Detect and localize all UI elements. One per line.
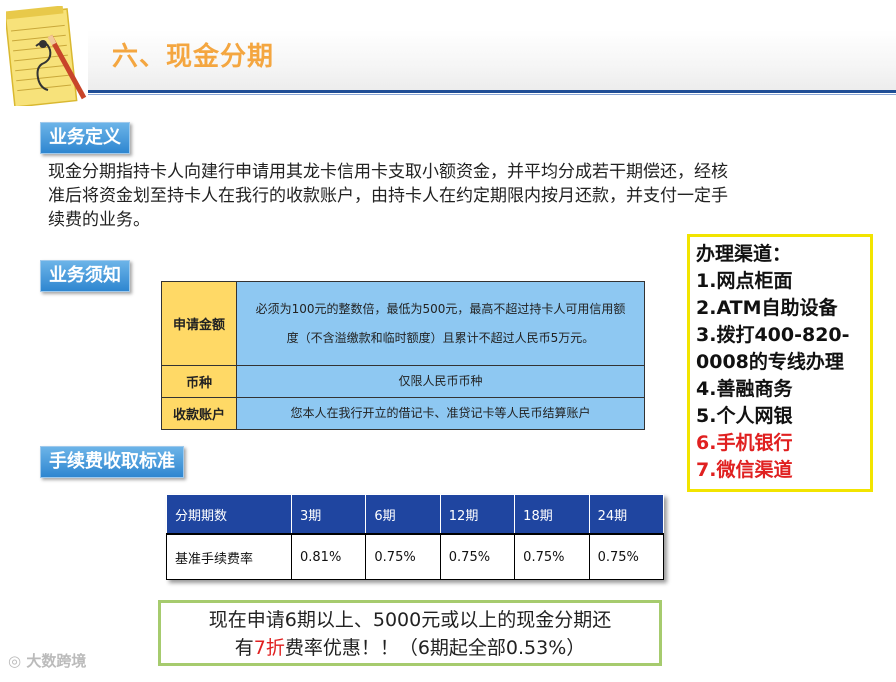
page-title: 六、现金分期	[112, 42, 275, 72]
channel-item: 2.ATM自助设备	[696, 297, 838, 319]
table-cell: 0.75%	[588, 534, 665, 580]
rule-value-line: 度（不含溢缴款和临时额度）且累计不超过人民币5万元。	[286, 330, 595, 345]
watermark-text: 大数跨境	[26, 652, 87, 670]
rule-value: 仅限人民币币种	[236, 365, 645, 398]
table-row: 申请金额 必须为100元的整数倍，最低为500元，最高不超过持卡人可用信用额 度…	[161, 281, 645, 366]
definition-text: 现金分期指持卡人向建行申请用其龙卡信用卡支取小额资金，并平均分成若干期偿还，经核…	[48, 160, 818, 232]
promo-text: 费率优惠！！（6期起全部0.53%）	[284, 637, 586, 659]
channel-item: 1.网点柜面	[696, 270, 793, 292]
definition-line: 续费的业务。	[48, 210, 150, 230]
promo-line: 有7折费率优惠！！（6期起全部0.53%）	[161, 634, 659, 662]
table-header: 3期	[290, 494, 367, 535]
notepad-pencil-icon	[6, 6, 87, 106]
promo-line: 现在申请6期以上、5000元或以上的现金分期还	[208, 609, 612, 631]
fee-tag: 手续费收取标准	[40, 446, 184, 478]
promo-text: 有	[234, 637, 254, 659]
watermark-icon: ◎	[8, 652, 22, 670]
rule-label: 申请金额	[161, 281, 237, 366]
channel-item: 4.善融商务	[696, 378, 793, 400]
watermark-logo: ◎ 大数跨境	[8, 650, 86, 671]
fee-table: 分期期数 3期 6期 12期 18期 24期 基准手续费率 0.81% 0.75…	[166, 494, 665, 580]
rule-value: 必须为100元的整数倍，最低为500元，最高不超过持卡人可用信用额 度（不含溢缴…	[236, 281, 645, 366]
table-header-row: 分期期数 3期 6期 12期 18期 24期	[166, 494, 665, 535]
definition-line: 现金分期指持卡人向建行申请用其龙卡信用卡支取小额资金，并平均分成若干期偿还，经核	[48, 162, 728, 182]
channel-item: 6.手机银行	[696, 432, 793, 454]
channel-item: 3.拨打400-820-	[696, 324, 850, 346]
table-row: 收款账户 您本人在我行开立的借记卡、准贷记卡等人民币结算账户	[161, 397, 645, 430]
table-cell: 基准手续费率	[166, 534, 292, 580]
channel-item: 0008的专线办理	[696, 351, 844, 373]
rule-value-line: 必须为100元的整数倍，最低为500元，最高不超过持卡人可用信用额	[255, 301, 626, 316]
table-row: 基准手续费率 0.81% 0.75% 0.75% 0.75% 0.75%	[166, 534, 665, 580]
rule-label: 币种	[161, 365, 237, 398]
table-cell: 0.75%	[439, 534, 516, 580]
table-cell: 0.75%	[365, 534, 441, 580]
definition-line: 准后将资金划至持卡人在我行的收款账户，由持卡人在约定期限内按月还款，并支付一定手	[48, 186, 728, 206]
rule-value: 您本人在我行开立的借记卡、准贷记卡等人民币结算账户	[236, 397, 645, 430]
table-row: 币种 仅限人民币币种	[161, 365, 645, 398]
table-header: 6期	[365, 494, 441, 535]
channel-item: 5.个人网银	[696, 405, 793, 427]
promo-discount: 7折	[253, 637, 285, 659]
channels-box: 办理渠道： 1.网点柜面 2.ATM自助设备 3.拨打400-820- 0008…	[687, 234, 873, 492]
table-header: 12期	[439, 494, 516, 535]
header-divider-thin	[88, 94, 896, 95]
definition-tag: 业务定义	[40, 122, 130, 154]
rules-table: 申请金额 必须为100元的整数倍，最低为500元，最高不超过持卡人可用信用额 度…	[161, 281, 645, 430]
table-cell: 0.81%	[290, 534, 367, 580]
table-cell: 0.75%	[514, 534, 590, 580]
table-header: 分期期数	[166, 494, 292, 535]
header-divider	[88, 90, 896, 93]
channel-item: 7.微信渠道	[696, 459, 793, 481]
table-header: 24期	[588, 494, 665, 535]
channels-title: 办理渠道：	[696, 243, 792, 265]
table-header: 18期	[514, 494, 590, 535]
notice-tag: 业务须知	[40, 260, 130, 292]
rule-label: 收款账户	[161, 397, 237, 430]
promo-box: 现在申请6期以上、5000元或以上的现金分期还 有7折费率优惠！！（6期起全部0…	[158, 600, 662, 666]
